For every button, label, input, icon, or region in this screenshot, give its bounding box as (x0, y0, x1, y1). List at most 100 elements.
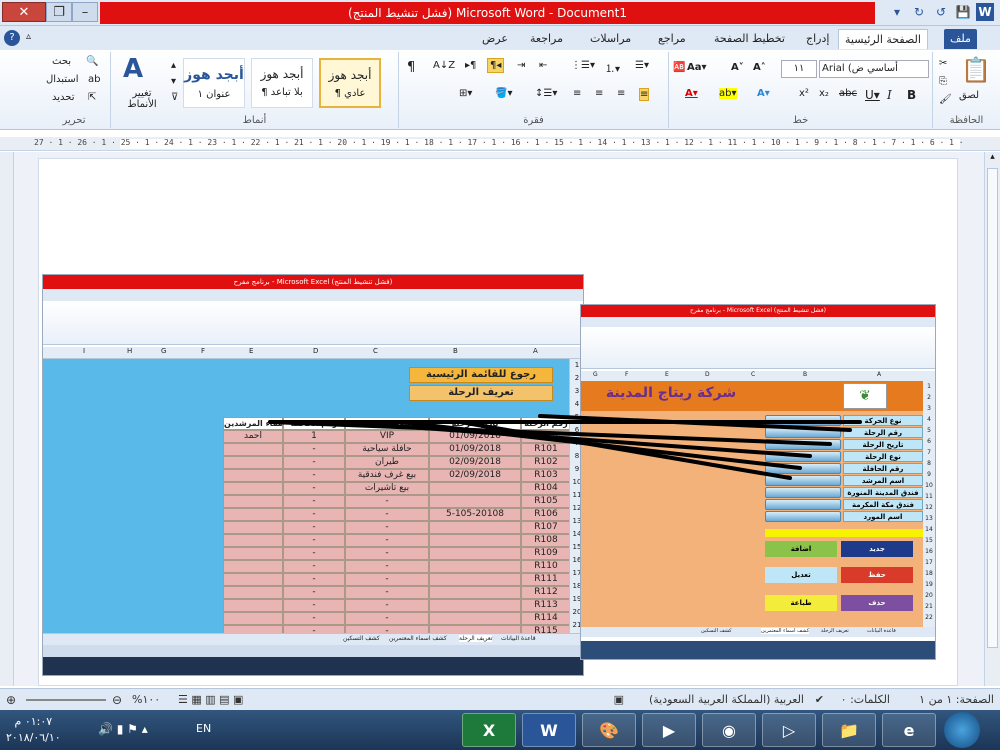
paste-icon[interactable]: 📋 (961, 56, 991, 84)
table-cell-type[interactable]: - (345, 573, 429, 586)
menu-field[interactable] (765, 511, 841, 522)
styles-more-icon[interactable]: ⊽ (171, 92, 178, 103)
show-marks-icon[interactable]: ¶ (407, 60, 415, 75)
tab-view[interactable]: عرض (476, 29, 514, 49)
font-color-icon[interactable]: A▾ (685, 88, 698, 99)
ie-taskbar-icon[interactable]: e (882, 713, 936, 747)
table-cell-guide[interactable] (223, 495, 283, 508)
tab-review[interactable]: مراجعة (524, 29, 569, 49)
media-taskbar-icon[interactable]: ▷ (762, 713, 816, 747)
table-cell-bus[interactable]: - (283, 560, 345, 573)
highlight-icon[interactable]: ab▾ (719, 88, 737, 99)
menu-field[interactable] (765, 475, 841, 486)
scroll-up-icon[interactable]: ▴ (985, 152, 1000, 166)
table-cell-num[interactable]: R112 (521, 586, 571, 599)
tab-page-layout[interactable]: تخطيط الصفحة (708, 29, 791, 49)
multilevel-list-icon[interactable]: ⋮☰▾ (571, 60, 595, 71)
explorer-taskbar-icon[interactable]: 📁 (822, 713, 876, 747)
table-cell-bus[interactable]: - (283, 508, 345, 521)
table-cell-date[interactable]: 01/09/2018 (429, 430, 521, 443)
macro-icon[interactable]: ▣ (614, 693, 624, 706)
replace-icon[interactable]: ab (88, 74, 100, 85)
copy-icon[interactable]: ⎘ (939, 76, 947, 87)
table-cell-date[interactable] (429, 599, 521, 612)
sheet2-tab-trip-def[interactable]: تعريف الرحلة (821, 628, 849, 634)
table-cell-type[interactable]: - (345, 612, 429, 625)
chrome-taskbar-icon[interactable]: ◉ (702, 713, 756, 747)
select-icon[interactable]: ⇱ (88, 92, 96, 103)
sheet-tab-trip-def[interactable]: تعريف الرحلة (459, 635, 493, 642)
table-cell-bus[interactable]: - (283, 469, 345, 482)
table-cell-date[interactable] (429, 586, 521, 599)
font-name-box[interactable]: Arial (أساسي ض (819, 60, 929, 78)
word-count[interactable]: الكلمات: ٠ (841, 693, 890, 706)
add-button[interactable]: اضافة (765, 541, 837, 557)
table-cell-type[interactable]: بيع تاشيرات (345, 482, 429, 495)
sort-icon[interactable]: A↓Z (433, 60, 455, 71)
table-cell-type[interactable]: طيران (345, 456, 429, 469)
tray-icons[interactable]: 🔊 ▮ ⚑ ▴ (98, 722, 148, 736)
table-cell-date[interactable]: 02/09/2018 (429, 469, 521, 482)
table-cell-type[interactable]: VIP (345, 430, 429, 443)
table-cell-type[interactable]: - (345, 508, 429, 521)
tab-file[interactable]: ملف (944, 29, 977, 49)
table-cell-guide[interactable] (223, 573, 283, 586)
tab-home[interactable]: الصفحة الرئيسية (838, 29, 928, 49)
table-cell-type[interactable]: حافلة سياحية (345, 443, 429, 456)
table-cell-type[interactable]: - (345, 534, 429, 547)
grow-font-icon[interactable]: A˄ (753, 62, 766, 73)
numbering-icon[interactable]: ⒈▾ (605, 60, 620, 75)
table-cell-date[interactable] (429, 560, 521, 573)
table-cell-type[interactable]: بيع غرف فندقية (345, 469, 429, 482)
align-left-icon[interactable]: ≡ (595, 88, 603, 99)
align-center-icon[interactable]: ≡ (617, 88, 625, 99)
table-cell-date[interactable] (429, 482, 521, 495)
delete-button[interactable]: حذف (841, 595, 913, 611)
table-cell-guide[interactable] (223, 547, 283, 560)
table-cell-guide[interactable] (223, 612, 283, 625)
table-cell-guide[interactable] (223, 534, 283, 547)
styles-scroll-down-icon[interactable]: ▾ (171, 76, 176, 87)
bold-icon[interactable]: B (907, 88, 916, 102)
table-cell-guide[interactable] (223, 521, 283, 534)
table-cell-num[interactable]: R110 (521, 560, 571, 573)
scroll-thumb[interactable] (987, 168, 998, 648)
save-button[interactable]: حفظ (841, 567, 913, 583)
table-cell-date[interactable] (429, 547, 521, 560)
text-effects-icon[interactable]: A▾ (757, 88, 770, 99)
excel-taskbar-icon[interactable]: X (462, 713, 516, 747)
sheet-tab-database[interactable]: قاعدة البيانات (501, 635, 536, 642)
paste-label[interactable]: لصق (959, 90, 979, 101)
table-cell-type[interactable]: - (345, 495, 429, 508)
borders-icon[interactable]: ⊞▾ (459, 88, 472, 99)
print-button[interactable]: طباعة (765, 595, 837, 611)
table-cell-date[interactable] (429, 534, 521, 547)
change-styles-label[interactable]: تغيير الأنماط (119, 88, 165, 110)
table-cell-bus[interactable]: - (283, 521, 345, 534)
format-painter-icon[interactable]: 🖌 (939, 94, 952, 105)
table-cell-guide[interactable] (223, 443, 283, 456)
table-cell-num[interactable]: R113 (521, 599, 571, 612)
menu-field[interactable] (765, 499, 841, 510)
table-cell-num[interactable]: R108 (521, 534, 571, 547)
justify-icon[interactable]: ≡ (573, 88, 581, 99)
minimize-button[interactable]: – (72, 2, 98, 22)
zoom-out-icon[interactable]: ⊖ (112, 693, 122, 707)
bullets-icon[interactable]: ☰▾ (635, 60, 649, 71)
table-cell-bus[interactable]: - (283, 482, 345, 495)
styles-scroll-up-icon[interactable]: ▴ (171, 60, 176, 71)
table-cell-bus[interactable]: - (283, 456, 345, 469)
shading-icon[interactable]: 🪣▾ (495, 88, 512, 99)
table-cell-date[interactable] (429, 521, 521, 534)
table-cell-bus[interactable]: - (283, 586, 345, 599)
table-cell-guide[interactable] (223, 482, 283, 495)
save-icon[interactable]: 💾 (954, 3, 972, 21)
input-language[interactable]: EN (196, 722, 211, 735)
edit-button[interactable]: تعديل (765, 567, 837, 583)
table-cell-num[interactable]: R106 (521, 508, 571, 521)
table-cell-guide[interactable]: احمد (223, 430, 283, 443)
table-cell-date[interactable] (429, 495, 521, 508)
font-size-box[interactable]: ١١ (781, 60, 817, 78)
word-taskbar-icon[interactable]: W (522, 713, 576, 747)
sheet-tab-pilgrims[interactable]: كشف اسماء المعتمرين (389, 635, 447, 642)
